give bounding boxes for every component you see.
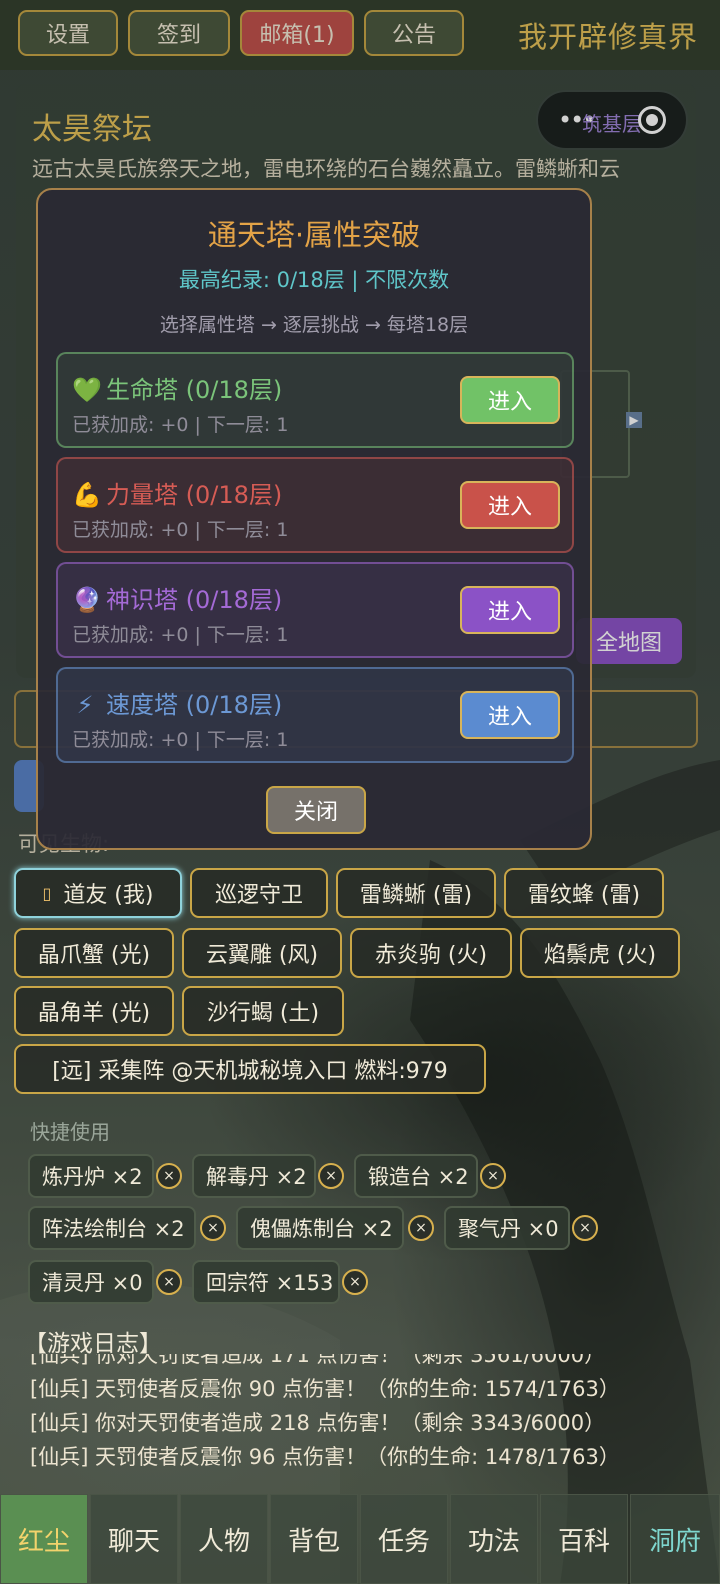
modal-close-button[interactable]: 关闭 bbox=[266, 786, 366, 834]
remove-x-icon[interactable]: × bbox=[572, 1215, 598, 1241]
speed-tower-enter-button[interactable]: 进入 bbox=[460, 691, 560, 739]
nav-tab-skills[interactable]: 功法 bbox=[450, 1494, 538, 1584]
mind-tower-name: 🔮 神识塔 (0/18层) bbox=[72, 586, 283, 614]
remove-x-icon[interactable]: × bbox=[342, 1269, 368, 1295]
speed-tower-card: ⚡ 速度塔 (0/18层) 已获加成: +0 | 下一层: 1 进入 bbox=[56, 667, 574, 763]
npc-chip[interactable]: 焰鬃虎 (火) bbox=[520, 928, 680, 978]
npc-chip[interactable]: 云翼雕 (风) bbox=[182, 928, 342, 978]
quick-use-item[interactable]: 清灵丹 ×0 bbox=[28, 1260, 154, 1304]
quick-use-item[interactable]: 锻造台 ×2 bbox=[354, 1154, 478, 1198]
life-tower-enter-button[interactable]: 进入 bbox=[460, 376, 560, 424]
nav-tab-quests[interactable]: 任务 bbox=[360, 1494, 448, 1584]
log-line: [仙兵] 天罚使者反震你 90 点伤害！（你的生命: 1574/1763） bbox=[30, 1377, 620, 1401]
life-tower-info: 已获加成: +0 | 下一层: 1 bbox=[72, 414, 289, 436]
nav-tab-character[interactable]: 人物 bbox=[180, 1494, 268, 1584]
self-marker-icon: ▯ bbox=[42, 883, 52, 903]
remove-x-icon[interactable]: × bbox=[156, 1163, 182, 1189]
quick-use-item[interactable]: 阵法绘制台 ×2 bbox=[28, 1206, 196, 1250]
gathering-array-chip[interactable]: [远] 采集阵 @天机城秘境入口 燃料:979 bbox=[14, 1044, 486, 1094]
mind-tower-card: 🔮 神识塔 (0/18层) 已获加成: +0 | 下一层: 1 进入 bbox=[56, 562, 574, 658]
remove-x-icon[interactable]: × bbox=[200, 1215, 226, 1241]
modal-title: 通天塔·属性突破 bbox=[207, 218, 421, 252]
npc-chip[interactable]: 巡逻守卫 bbox=[190, 868, 328, 918]
quick-use-item[interactable]: 傀儡炼制台 ×2 bbox=[236, 1206, 404, 1250]
remove-x-icon[interactable]: × bbox=[318, 1163, 344, 1189]
life-tower-card: 💚 生命塔 (0/18层) 已获加成: +0 | 下一层: 1 进入 bbox=[56, 352, 574, 448]
npc-chip[interactable]: 雷鳞蜥 (雷) bbox=[336, 868, 496, 918]
lightning-icon: ⚡ bbox=[76, 691, 94, 719]
nav-tab-chat[interactable]: 聊天 bbox=[90, 1494, 178, 1584]
life-tower-name: 💚 生命塔 (0/18层) bbox=[72, 376, 283, 404]
quick-use-item[interactable]: 炼丹炉 ×2 bbox=[28, 1154, 154, 1198]
mind-tower-enter-button[interactable]: 进入 bbox=[460, 586, 560, 634]
tower-modal: 通天塔·属性突破 最高纪录: 0/18层 | 不限次数 选择属性塔 → 逐层挑战… bbox=[36, 188, 592, 850]
nav-tab-bag[interactable]: 背包 bbox=[270, 1494, 358, 1584]
strength-tower-info: 已获加成: +0 | 下一层: 1 bbox=[72, 519, 289, 541]
remove-x-icon[interactable]: × bbox=[408, 1215, 434, 1241]
npc-chip[interactable]: 赤炎驹 (火) bbox=[350, 928, 512, 978]
log-line: [仙兵] 你对天罚使者造成 218 点伤害！（剩余 3343/6000） bbox=[30, 1411, 606, 1435]
nav-tab-hongchen[interactable]: 红尘 bbox=[0, 1494, 88, 1584]
strength-tower-enter-button[interactable]: 进入 bbox=[460, 481, 560, 529]
modal-hint: 选择属性塔 → 逐层挑战 → 每塔18层 bbox=[159, 314, 469, 336]
remove-x-icon[interactable]: × bbox=[156, 1269, 182, 1295]
game-log-title: 【游戏日志】 bbox=[24, 1331, 162, 1357]
npc-chip[interactable]: 沙行蝎 (土) bbox=[182, 986, 344, 1036]
log-line: [仙兵] 你对天罚使者造成 171 点伤害！（剩余 3561/6000） bbox=[30, 1354, 606, 1367]
speed-tower-info: 已获加成: +0 | 下一层: 1 bbox=[72, 729, 289, 751]
nav-tab-encyclopedia[interactable]: 百科 bbox=[540, 1494, 628, 1584]
bottom-nav: 红尘 聊天 人物 背包 任务 功法 百科 洞府 bbox=[0, 1494, 720, 1584]
mind-tower-info: 已获加成: +0 | 下一层: 1 bbox=[72, 624, 289, 646]
quick-use-item[interactable]: 回宗符 ×153 bbox=[192, 1260, 340, 1304]
game-log[interactable]: [仙兵] 你对天罚使者造成 171 点伤害！（剩余 3561/6000） [仙兵… bbox=[30, 1354, 690, 1490]
npc-chip-self[interactable]: ▯ 道友 (我) bbox=[14, 868, 182, 918]
speed-tower-name: ⚡ 速度塔 (0/18层) bbox=[72, 685, 283, 720]
strength-tower-name: 💪 力量塔 (0/18层) bbox=[72, 481, 283, 509]
modal-record: 最高纪录: 0/18层 | 不限次数 bbox=[178, 268, 450, 292]
remove-x-icon[interactable]: × bbox=[480, 1163, 506, 1189]
quick-use-label: 快捷使用 bbox=[30, 1120, 110, 1144]
crystal-ball-icon: 🔮 bbox=[72, 586, 102, 614]
npc-chip[interactable]: 雷纹蜂 (雷) bbox=[504, 868, 664, 918]
npc-chip[interactable]: 晶角羊 (光) bbox=[14, 986, 174, 1036]
green-heart-icon: 💚 bbox=[72, 376, 102, 404]
npc-chip[interactable]: 晶爪蟹 (光) bbox=[14, 928, 174, 978]
flexed-biceps-icon: 💪 bbox=[72, 481, 102, 509]
strength-tower-card: 💪 力量塔 (0/18层) 已获加成: +0 | 下一层: 1 进入 bbox=[56, 457, 574, 553]
nav-tab-cave[interactable]: 洞府 bbox=[630, 1494, 720, 1584]
log-line: [仙兵] 天罚使者反震你 96 点伤害！（你的生命: 1478/1763） bbox=[30, 1445, 620, 1469]
quick-use-item[interactable]: 聚气丹 ×0 bbox=[444, 1206, 570, 1250]
quick-use-item[interactable]: 解毒丹 ×2 bbox=[192, 1154, 316, 1198]
